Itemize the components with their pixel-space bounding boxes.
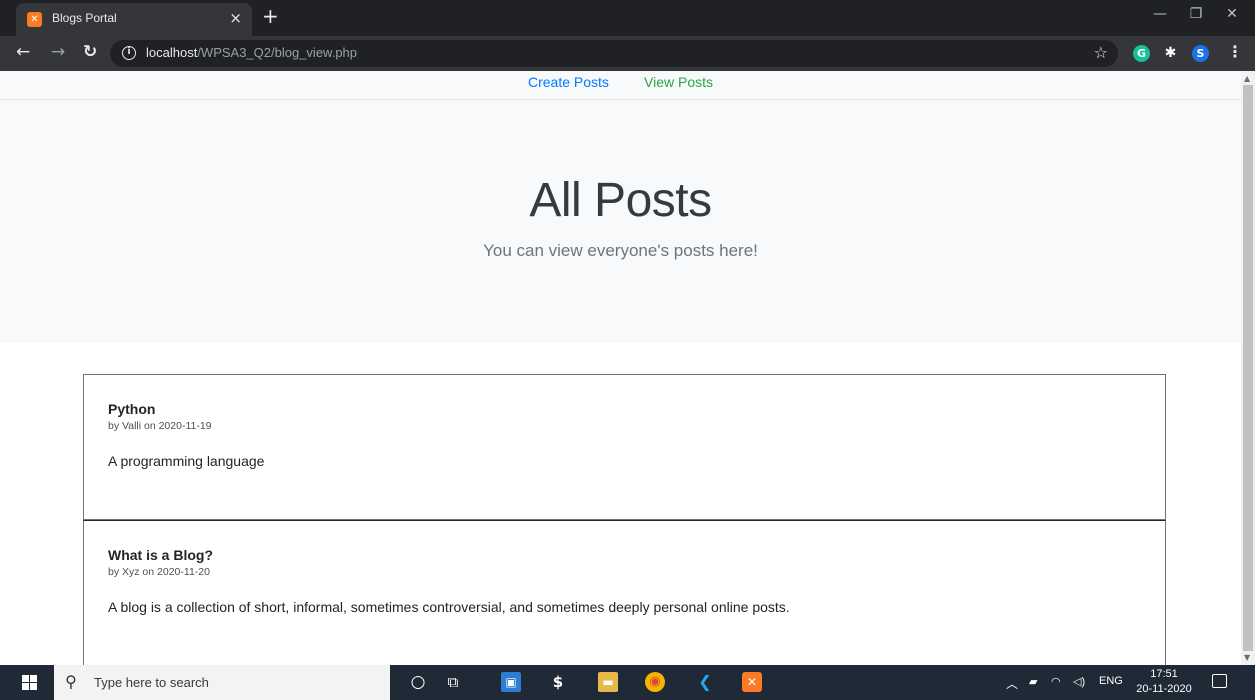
back-icon[interactable]: ← [16,42,30,62]
page-title: All Posts [529,174,712,227]
site-info-icon[interactable]: i [122,46,136,60]
post-card: What is a Blog? by Xyz on 2020-11-20 A b… [83,520,1166,665]
xampp-favicon-icon: ✕ [27,12,42,27]
reload-icon[interactable]: ↻ [83,42,97,62]
clock-date: 20-11-2020 [1136,683,1192,695]
windows-taskbar: ⚲ Type here to search ○ ⧉ ▣ $ ▬ ◉ ❮ ✕ ︿ … [0,665,1255,700]
notifications-icon[interactable] [1212,674,1227,688]
scroll-up-arrow-icon[interactable]: ▲ [1244,74,1250,83]
language-indicator[interactable]: ENG [1099,675,1123,687]
jumbotron: All Posts You can view everyone's posts … [0,100,1241,343]
close-window-icon[interactable]: ✕ [1222,6,1242,22]
scrollbar-thumb[interactable] [1243,85,1253,651]
post-body: A blog is a collection of short, informa… [108,599,790,615]
tab-close-icon[interactable]: × [229,9,242,27]
url-path: /WPSA3_Q2/blog_view.php [197,45,358,60]
tab-title: Blogs Portal [52,11,117,25]
nav-create-posts[interactable]: Create Posts [513,71,624,93]
vscode-icon[interactable]: ❮ [695,672,715,692]
browser-menu-icon[interactable]: ⋮ [1227,42,1243,61]
volume-icon[interactable]: ◁) [1073,675,1085,688]
url-host: localhost [146,45,198,60]
scroll-down-arrow-icon[interactable]: ▼ [1244,653,1250,662]
extensions-puzzle-icon[interactable]: ✱ [1162,45,1179,62]
bookmark-star-icon[interactable]: ☆ [1094,43,1108,62]
profile-avatar[interactable]: S [1192,45,1209,62]
post-meta: by Valli on 2020-11-19 [108,420,212,432]
new-tab-button[interactable]: + [262,5,279,27]
forward-icon[interactable]: → [51,42,65,62]
browser-tab-bar: ✕ Blogs Portal × + — ❐ ✕ [0,0,1255,36]
pinned-app-icon[interactable]: $ [548,672,568,692]
post-title: What is a Blog? [108,547,213,563]
site-navbar: Create Posts View Posts [0,71,1241,100]
task-view-icon[interactable]: ⧉ [443,672,463,692]
page-scrollbar[interactable]: ▲ ▼ [1241,71,1255,665]
post-card: Python by Valli on 2020-11-19 A programm… [83,374,1166,520]
chrome-icon[interactable]: ◉ [645,672,665,692]
url-text: localhost/WPSA3_Q2/blog_view.php [146,45,357,60]
taskbar-search-box[interactable]: ⚲ Type here to search [54,665,390,700]
store-icon[interactable]: ▣ [501,672,521,692]
restore-icon[interactable]: ❐ [1186,6,1206,22]
taskbar-search-placeholder: Type here to search [94,675,209,690]
page-viewport: Create Posts View Posts All Posts You ca… [0,71,1241,665]
file-explorer-icon[interactable]: ▬ [598,672,618,692]
posts-list: Python by Valli on 2020-11-19 A programm… [83,374,1166,665]
cortana-icon[interactable]: ○ [408,672,428,692]
browser-tab[interactable]: ✕ Blogs Portal × [16,3,252,36]
address-bar[interactable]: i localhost/WPSA3_Q2/blog_view.php ☆ [110,40,1118,67]
wifi-icon[interactable]: ◠ [1051,675,1061,688]
taskbar-clock[interactable]: 17:51 20-11-2020 [1136,667,1192,697]
post-body: A programming language [108,453,265,469]
post-meta: by Xyz on 2020-11-20 [108,566,210,578]
minimize-icon[interactable]: — [1150,6,1170,22]
show-hidden-icons-icon[interactable]: ︿ [1006,675,1018,692]
grammarly-extension-icon[interactable]: G [1133,45,1150,62]
xampp-icon[interactable]: ✕ [742,672,762,692]
device-icon[interactable]: ▰ [1029,675,1037,688]
clock-time: 17:51 [1150,668,1178,680]
post-title: Python [108,401,156,417]
browser-toolbar: ← → ↻ i localhost/WPSA3_Q2/blog_view.php… [0,36,1255,71]
search-icon: ⚲ [65,672,77,691]
page-subtitle: You can view everyone's posts here! [483,241,758,260]
windows-start-icon[interactable] [22,675,38,691]
nav-view-posts[interactable]: View Posts [629,71,728,93]
